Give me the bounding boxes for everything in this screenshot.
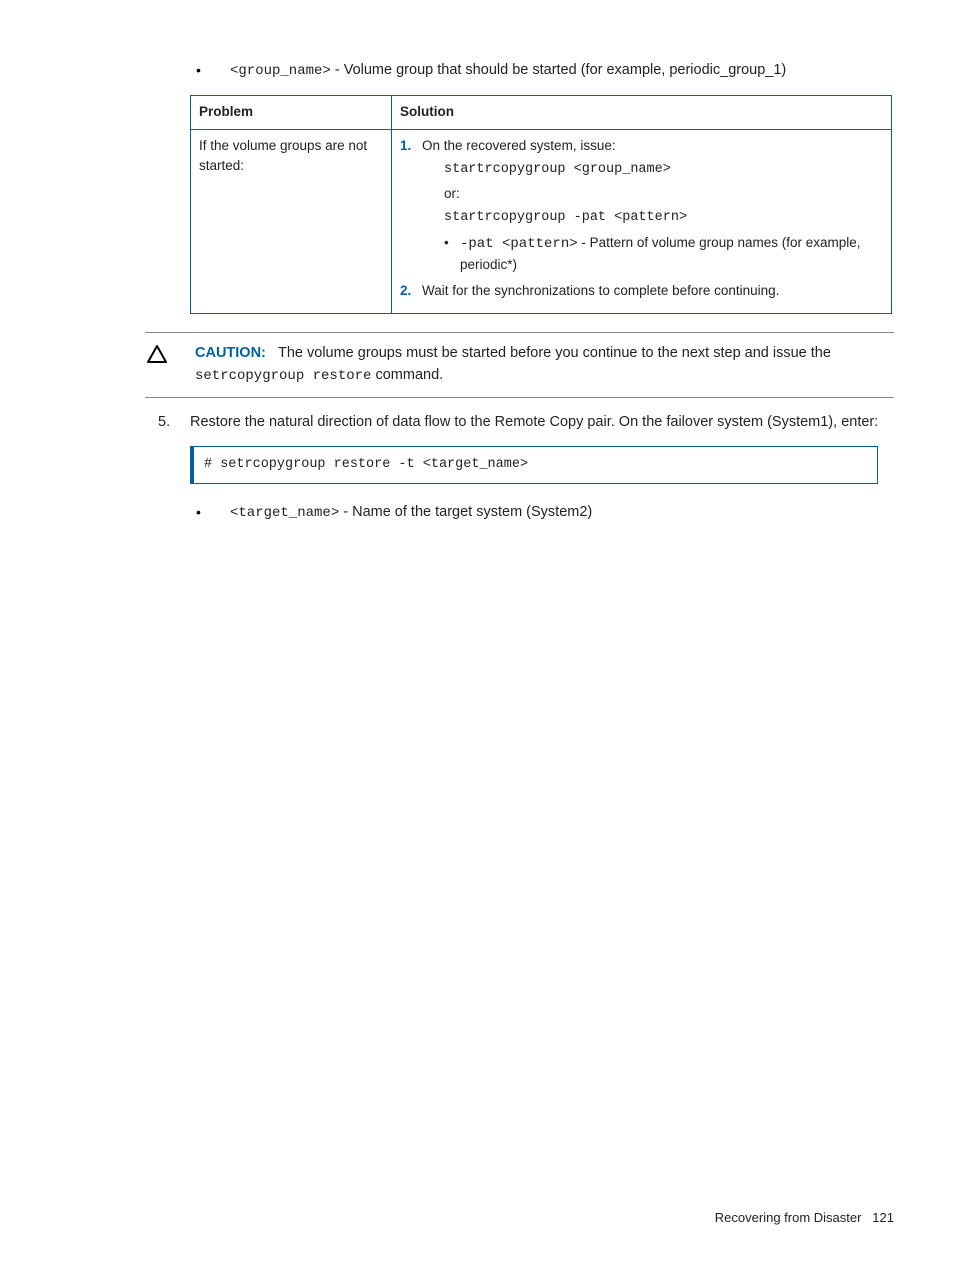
step1-or: or:: [444, 184, 883, 204]
step1-number: 1.: [400, 136, 411, 156]
caution-icon: [145, 343, 185, 363]
top-bullet-list: <group_name> - Volume group that should …: [190, 60, 894, 81]
problem-solution-table: Problem Solution If the volume groups ar…: [190, 95, 892, 314]
step2-text: Wait for the synchronizations to complet…: [422, 283, 779, 298]
caution-code: setrcopygroup restore: [195, 368, 371, 384]
step5-text: Restore the natural direction of data fl…: [190, 414, 878, 430]
step1-code2: startrcopygroup -pat <pattern>: [444, 208, 883, 228]
step2-number: 2.: [400, 281, 411, 301]
text-target-name: - Name of the target system (System2): [339, 504, 592, 520]
main-step-list: 5. Restore the natural direction of data…: [190, 412, 894, 523]
code-group-name: <group_name>: [230, 63, 331, 79]
caution-block: CAUTION: The volume groups must be start…: [145, 332, 894, 398]
bullet-target-name: <target_name> - Name of the target syste…: [190, 502, 894, 523]
caution-text-before: The volume groups must be started before…: [278, 345, 831, 361]
caution-text-after: command.: [371, 367, 443, 383]
footer-page: 121: [872, 1210, 894, 1225]
step1-code1: startrcopygroup <group_name>: [444, 160, 883, 180]
footer-section: Recovering from Disaster: [715, 1210, 862, 1225]
table-header-row: Problem Solution: [191, 96, 892, 129]
th-solution: Solution: [392, 96, 892, 129]
step5-bullet-list: <target_name> - Name of the target syste…: [190, 502, 894, 523]
caution-body: CAUTION: The volume groups must be start…: [185, 343, 894, 387]
code-target-name: <target_name>: [230, 505, 339, 521]
td-solution: 1. On the recovered system, issue: start…: [392, 129, 892, 314]
solution-step-2: 2. Wait for the synchronizations to comp…: [400, 281, 883, 301]
table-row: If the volume groups are not started: 1.…: [191, 129, 892, 314]
step5-number: 5.: [158, 412, 170, 434]
text-group-name: - Volume group that should be started (f…: [331, 62, 786, 78]
step1-inner-list: -pat <pattern> - Pattern of volume group…: [444, 233, 883, 275]
td-problem: If the volume groups are not started:: [191, 129, 392, 314]
solution-steps: 1. On the recovered system, issue: start…: [400, 136, 883, 302]
step1-text: On the recovered system, issue:: [422, 138, 616, 153]
step1-inner-item: -pat <pattern> - Pattern of volume group…: [444, 233, 883, 275]
solution-step-1: 1. On the recovered system, issue: start…: [400, 136, 883, 275]
step5-codebox: # setrcopygroup restore -t <target_name>: [190, 446, 878, 484]
bullet-group-name: <group_name> - Volume group that should …: [190, 60, 894, 81]
caution-label: CAUTION:: [195, 345, 266, 361]
step-5: 5. Restore the natural direction of data…: [160, 412, 894, 523]
th-problem: Problem: [191, 96, 392, 129]
page-footer: Recovering from Disaster 121: [715, 1210, 894, 1225]
step1-inner-code: -pat <pattern>: [460, 236, 578, 252]
